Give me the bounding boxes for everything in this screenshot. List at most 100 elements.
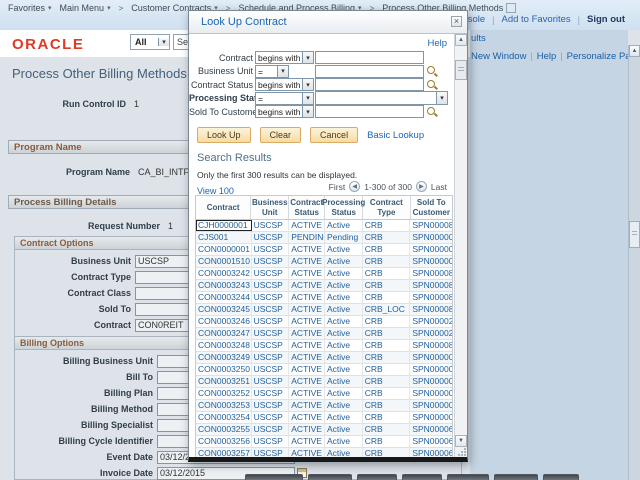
- business-unit-cell[interactable]: USCSP: [252, 340, 290, 351]
- chevron-down-icon[interactable]: [158, 38, 169, 46]
- processing-status-cell[interactable]: Active: [325, 340, 363, 351]
- sold-to-customer-cell[interactable]: SPN0000223: [410, 316, 452, 327]
- processing-status-cell[interactable]: Active: [325, 244, 363, 255]
- contract-type-cell[interactable]: CRB: [363, 292, 411, 303]
- criteria-dropdown[interactable]: [315, 91, 448, 105]
- partial-button[interactable]: [447, 474, 489, 480]
- partial-button[interactable]: [245, 474, 303, 480]
- processing-status-cell[interactable]: Active: [325, 448, 363, 457]
- business-unit-cell[interactable]: USCSP: [252, 364, 290, 375]
- sold-to-customer-cell[interactable]: SPN0000833: [410, 304, 452, 315]
- processing-status-cell[interactable]: Active: [325, 388, 363, 399]
- contract-link[interactable]: CON0003247: [196, 328, 252, 339]
- criteria-input[interactable]: [315, 105, 424, 118]
- chevron-down-icon[interactable]: [302, 106, 313, 117]
- business-unit-cell[interactable]: USCSP: [252, 232, 290, 243]
- look-up-button[interactable]: Look Up: [197, 127, 251, 143]
- contract-type-cell[interactable]: CRB: [363, 352, 411, 363]
- processing-status-cell[interactable]: Active: [325, 352, 363, 363]
- contract-status-cell[interactable]: ACTIVE: [289, 424, 325, 435]
- sold-to-customer-cell[interactable]: SPN0000809: [410, 280, 452, 291]
- column-header[interactable]: Sold To Customer: [411, 196, 452, 219]
- chevron-down-icon[interactable]: [302, 52, 313, 63]
- sign-out-link[interactable]: Sign out: [587, 14, 625, 25]
- contract-type-cell[interactable]: CRB: [363, 364, 411, 375]
- lookup-icon[interactable]: [427, 66, 437, 76]
- contract-link[interactable]: CJH0000001: [196, 220, 252, 231]
- chevron-down-icon[interactable]: [302, 93, 313, 104]
- scroll-up-icon[interactable]: ▲: [629, 45, 640, 57]
- processing-status-cell[interactable]: Active: [325, 436, 363, 447]
- business-unit-cell[interactable]: USCSP: [252, 448, 290, 457]
- contract-link[interactable]: CON0003255: [196, 424, 252, 435]
- contract-link[interactable]: CON0003243: [196, 280, 252, 291]
- business-unit-cell[interactable]: USCSP: [252, 388, 290, 399]
- business-unit-cell[interactable]: USCSP: [252, 400, 290, 411]
- column-header[interactable]: Business Unit: [251, 196, 289, 219]
- operator-select[interactable]: begins with: [255, 105, 314, 118]
- contract-type-cell[interactable]: CRB: [363, 328, 411, 339]
- contract-link[interactable]: CON0003244: [196, 292, 252, 303]
- contract-link[interactable]: CON0003257: [196, 448, 252, 457]
- contract-status-cell[interactable]: ACTIVE: [289, 364, 325, 375]
- contract-type-cell[interactable]: CRB: [363, 232, 411, 243]
- breadcrumb-item[interactable]: Main Menu ▾: [60, 3, 111, 13]
- chevron-down-icon[interactable]: [302, 79, 313, 90]
- sold-to-customer-cell[interactable]: SPN0000040: [410, 352, 452, 363]
- sold-to-customer-cell[interactable]: SPN0000636: [410, 448, 452, 457]
- contract-link[interactable]: CON0003242: [196, 268, 252, 279]
- column-header[interactable]: Contract Status: [289, 196, 325, 219]
- clear-button[interactable]: Clear: [260, 127, 302, 143]
- scroll-up-icon[interactable]: ▲: [455, 34, 467, 46]
- contract-type-cell[interactable]: CRB: [363, 448, 411, 457]
- business-unit-cell[interactable]: USCSP: [252, 352, 290, 363]
- contract-type-cell[interactable]: CRB: [363, 436, 411, 447]
- criteria-input[interactable]: [315, 65, 424, 78]
- business-unit-cell[interactable]: USCSP: [252, 316, 290, 327]
- business-unit-cell[interactable]: USCSP: [252, 280, 290, 291]
- criteria-input[interactable]: [315, 78, 424, 91]
- contract-link[interactable]: CON0000001: [196, 244, 252, 255]
- resize-grip-icon[interactable]: [457, 447, 467, 457]
- contract-link[interactable]: CON0003254: [196, 412, 252, 423]
- contract-status-cell[interactable]: ACTIVE: [289, 352, 325, 363]
- sold-to-customer-cell[interactable]: SPN0000223: [410, 328, 452, 339]
- lookup-icon[interactable]: [427, 107, 437, 117]
- contract-type-cell[interactable]: CRB: [363, 256, 411, 267]
- business-unit-cell[interactable]: USCSP: [252, 376, 290, 387]
- contract-link[interactable]: CON0003253: [196, 400, 252, 411]
- processing-status-cell[interactable]: Active: [325, 424, 363, 435]
- contract-status-cell[interactable]: ACTIVE: [289, 436, 325, 447]
- contract-status-cell[interactable]: ACTIVE: [289, 376, 325, 387]
- contract-status-cell[interactable]: ACTIVE: [289, 304, 325, 315]
- contract-type-cell[interactable]: CRB: [363, 268, 411, 279]
- contract-link[interactable]: CON0003246: [196, 316, 252, 327]
- scrollbar-thumb[interactable]: [629, 221, 640, 248]
- contract-status-cell[interactable]: ACTIVE: [289, 400, 325, 411]
- contract-status-cell[interactable]: ACTIVE: [289, 292, 325, 303]
- new-window-link[interactable]: New Window: [471, 51, 526, 62]
- contract-status-cell[interactable]: ACTIVE: [289, 268, 325, 279]
- page-scrollbar[interactable]: ▲: [628, 45, 640, 480]
- business-unit-cell[interactable]: USCSP: [252, 436, 290, 447]
- contract-type-cell[interactable]: CRB: [363, 412, 411, 423]
- contract-status-cell[interactable]: ACTIVE: [289, 244, 325, 255]
- contract-type-cell[interactable]: CRB: [363, 280, 411, 291]
- processing-status-cell[interactable]: Pending: [325, 232, 363, 243]
- contract-link[interactable]: CON0001510: [196, 256, 252, 267]
- contract-type-cell[interactable]: CRB: [363, 376, 411, 387]
- sold-to-customer-cell[interactable]: SPN0000006: [410, 244, 452, 255]
- contract-type-cell[interactable]: CRB: [363, 220, 411, 231]
- search-scope-select[interactable]: All: [130, 34, 170, 50]
- help-link[interactable]: Help: [427, 38, 447, 49]
- sold-to-customer-cell[interactable]: SPN0000040: [410, 388, 452, 399]
- contract-status-cell[interactable]: ACTIVE: [289, 340, 325, 351]
- criteria-input[interactable]: [315, 51, 424, 64]
- business-unit-cell[interactable]: USCSP: [252, 424, 290, 435]
- processing-status-cell[interactable]: Active: [325, 316, 363, 327]
- contract-status-cell[interactable]: ACTIVE: [289, 388, 325, 399]
- chevron-down-icon[interactable]: [436, 92, 447, 104]
- contract-link[interactable]: CON0003256: [196, 436, 252, 447]
- previous-page-icon[interactable]: ◀: [349, 181, 360, 192]
- processing-status-cell[interactable]: Active: [325, 304, 363, 315]
